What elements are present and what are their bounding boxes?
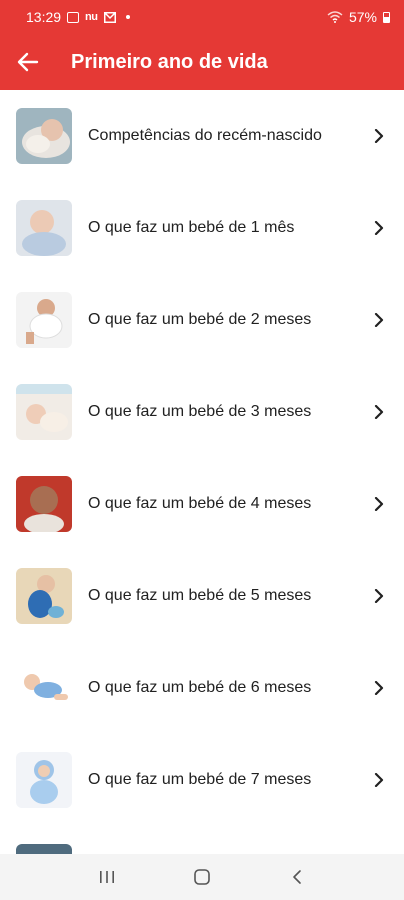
- chevron-right-icon: [374, 681, 384, 695]
- list-item[interactable]: O que faz um bebé de 3 meses: [0, 366, 404, 458]
- thumbnail-image: [16, 384, 72, 440]
- list-item[interactable]: [0, 826, 404, 854]
- list-item[interactable]: O que faz um bebé de 2 meses: [0, 274, 404, 366]
- list-item[interactable]: O que faz um bebé de 5 meses: [0, 550, 404, 642]
- back-icon: [292, 870, 301, 884]
- list-item-label: O que faz um bebé de 3 meses: [88, 403, 312, 420]
- list-item-label: O que faz um bebé de 1 mês: [88, 219, 295, 236]
- list-item-label: O que faz um bebé de 6 meses: [88, 679, 312, 696]
- thumbnail-image: [16, 568, 72, 624]
- battery-level: 57%: [348, 9, 377, 25]
- list-item[interactable]: O que faz um bebé de 6 meses: [0, 642, 404, 734]
- arrow-left-icon: [17, 52, 39, 72]
- chevron-right-icon: [374, 221, 384, 235]
- status-bar: 13:29 nu 57%: [0, 0, 404, 34]
- chevron-right-icon: [374, 129, 384, 143]
- nav-back-button[interactable]: [277, 857, 317, 897]
- list-item[interactable]: O que faz um bebé de 1 mês: [0, 182, 404, 274]
- list-item[interactable]: O que faz um bebé de 7 meses: [0, 734, 404, 826]
- list-item-label: O que faz um bebé de 5 meses: [88, 587, 312, 604]
- status-time: 13:29: [26, 9, 62, 25]
- thumbnail-image: [16, 108, 72, 164]
- list-item-label: O que faz um bebé de 4 meses: [88, 495, 312, 512]
- list-item-label: O que faz um bebé de 7 meses: [88, 771, 312, 788]
- chevron-right-icon: [374, 773, 384, 787]
- battery-icon: [383, 11, 390, 23]
- app-bar: Primeiro ano de vida: [0, 34, 404, 90]
- wifi-icon: [327, 11, 343, 23]
- chevron-right-icon: [374, 497, 384, 511]
- nu-icon: nu: [85, 11, 98, 23]
- thumbnail-image: [16, 200, 72, 256]
- topic-list: Competências do recém-nascido O que faz …: [0, 90, 404, 854]
- recent-apps-icon: [100, 871, 115, 883]
- recent-apps-button[interactable]: [87, 857, 127, 897]
- image-icon: [67, 11, 80, 23]
- home-icon: [194, 869, 210, 885]
- chevron-right-icon: [374, 405, 384, 419]
- chevron-right-icon: [374, 589, 384, 603]
- mail-icon: [103, 11, 116, 23]
- list-item[interactable]: Competências do recém-nascido: [0, 90, 404, 182]
- thumbnail-image: [16, 292, 72, 348]
- page-title: Primeiro ano de vida: [71, 50, 268, 73]
- thumbnail-image: [16, 844, 72, 854]
- list-item[interactable]: O que faz um bebé de 4 meses: [0, 458, 404, 550]
- thumbnail-image: [16, 476, 72, 532]
- dot-icon: [125, 15, 130, 19]
- home-button[interactable]: [182, 857, 222, 897]
- thumbnail-image: [16, 660, 72, 716]
- list-item-label: Competências do recém-nascido: [88, 127, 322, 144]
- system-nav-bar: [0, 854, 404, 900]
- back-button[interactable]: [0, 34, 56, 90]
- chevron-right-icon: [374, 313, 384, 327]
- list-item-label: O que faz um bebé de 2 meses: [88, 311, 312, 328]
- thumbnail-image: [16, 752, 72, 808]
